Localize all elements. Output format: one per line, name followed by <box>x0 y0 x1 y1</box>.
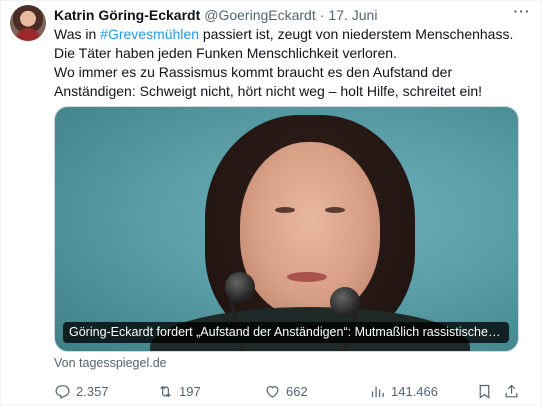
reply-button[interactable]: 2.357 <box>54 381 109 401</box>
bookmark-button[interactable] <box>476 381 493 401</box>
card-source[interactable]: Von tagesspiegel.de <box>54 356 167 370</box>
bookmark-icon <box>479 384 490 399</box>
tweet-text-line-1: Was in #Grevesmühlen passiert ist, zeugt… <box>54 25 534 44</box>
author-handle[interactable]: @GoeringEckardt <box>204 7 315 23</box>
text-prefix: Was in <box>54 26 101 42</box>
views-icon <box>371 386 384 397</box>
tweet[interactable]: Katrin Göring-Eckardt @GoeringEckardt · … <box>0 0 542 406</box>
more-icon[interactable]: ··· <box>513 4 531 22</box>
photo-mouth <box>287 272 327 282</box>
hashtag-link[interactable]: #Grevesmühlen <box>100 26 199 42</box>
tweet-text-line-2: Die Täter haben jeden Funken Menschlichk… <box>54 45 397 61</box>
retweet-icon <box>160 385 171 397</box>
action-bar: 2.357 197 662 141.466 <box>54 381 524 401</box>
reply-count: 2.357 <box>76 383 109 399</box>
microphone-icon <box>330 287 360 317</box>
reply-icon <box>55 384 70 399</box>
photo-face <box>240 142 380 317</box>
tweet-text-line-4: Anständigen: Schweigt nicht, hört nicht … <box>54 83 483 99</box>
retweet-button[interactable]: 197 <box>157 381 201 401</box>
author-name[interactable]: Katrin Göring-Eckardt <box>54 7 200 23</box>
like-button[interactable]: 662 <box>264 381 308 401</box>
retweet-count: 197 <box>179 383 201 399</box>
views-count: 141.466 <box>391 383 438 399</box>
like-count: 662 <box>286 383 308 399</box>
card-caption[interactable]: Göring-Eckardt fordert „Aufstand der Ans… <box>63 322 509 343</box>
views-button[interactable]: 141.466 <box>369 381 438 401</box>
microphone-icon <box>225 272 255 302</box>
photo-eye-right <box>325 207 345 213</box>
text-suffix: passiert ist, zeugt von niederstem Mensc… <box>198 26 514 42</box>
share-button[interactable] <box>503 381 520 401</box>
like-icon <box>266 385 279 398</box>
tweet-header: Katrin Göring-Eckardt @GoeringEckardt · … <box>54 6 529 24</box>
avatar-figure <box>16 28 40 41</box>
avatar[interactable] <box>10 5 46 41</box>
tweet-text: Was in #Grevesmühlen passiert ist, zeugt… <box>54 25 534 101</box>
link-card[interactable]: Göring-Eckardt fordert „Aufstand der Ans… <box>54 106 519 352</box>
tweet-date[interactable]: 17. Juni <box>328 7 377 23</box>
share-icon <box>505 384 518 397</box>
tweet-text-line-3: Wo immer es zu Rassismus kommt braucht e… <box>54 64 453 80</box>
photo-eye-left <box>275 207 295 213</box>
header-separator: · <box>319 7 325 23</box>
